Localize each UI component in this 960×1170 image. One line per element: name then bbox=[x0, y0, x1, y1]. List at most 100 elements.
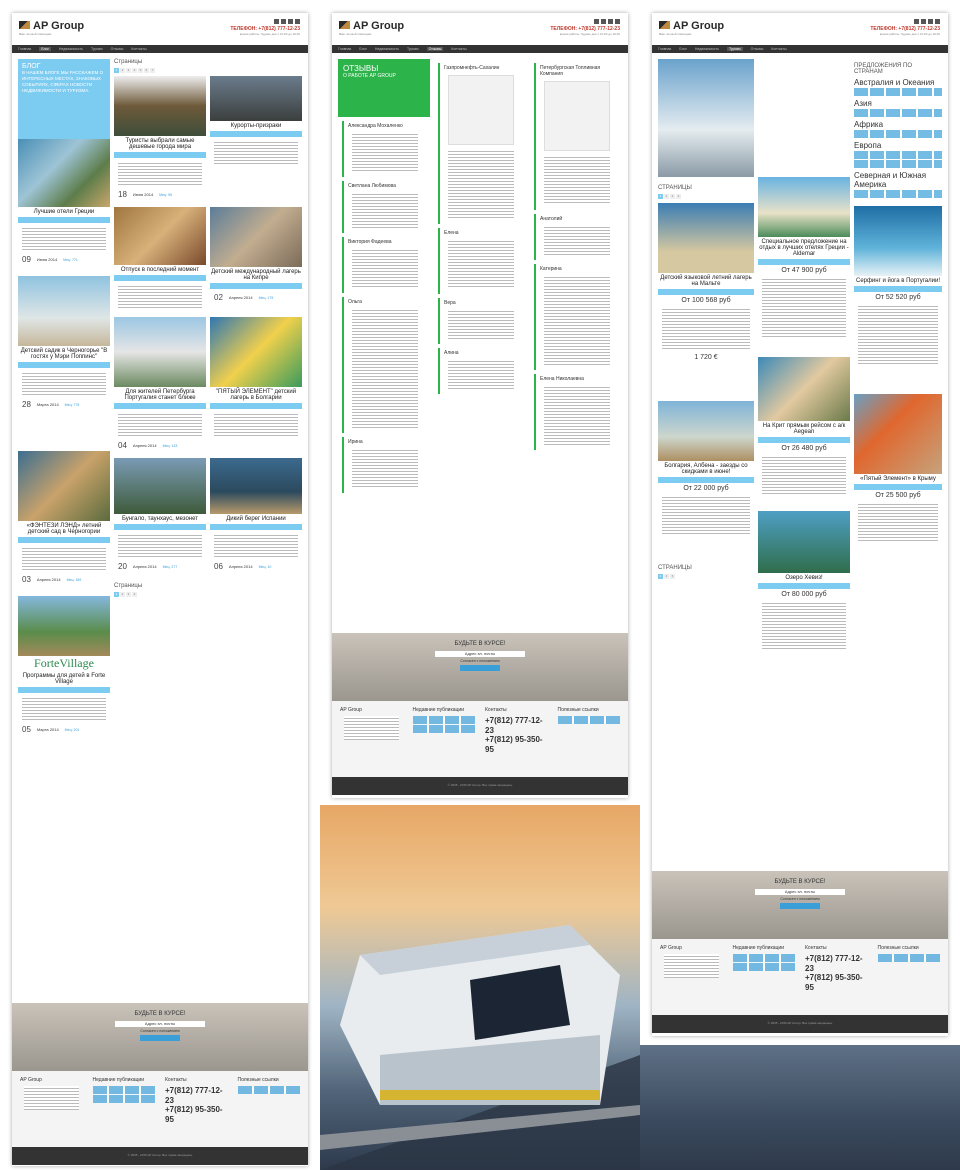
tour-image[interactable] bbox=[658, 203, 754, 273]
review-document[interactable] bbox=[544, 81, 610, 151]
logo[interactable]: AP Group Ваш личный помощник bbox=[339, 20, 404, 36]
tour-tag[interactable] bbox=[854, 286, 942, 292]
instagram-icon[interactable] bbox=[935, 19, 940, 24]
post-image[interactable] bbox=[18, 139, 110, 207]
footer-link[interactable] bbox=[877, 954, 940, 962]
footer-link[interactable] bbox=[557, 716, 620, 724]
nav-realty[interactable]: Недвижимость bbox=[59, 47, 83, 51]
country-links[interactable] bbox=[854, 88, 942, 96]
nav-realty[interactable]: Недвижимость bbox=[695, 47, 719, 51]
post-tag[interactable]: Мец: 771 bbox=[63, 258, 78, 262]
post-title[interactable]: Отпуск в последний момент bbox=[114, 267, 206, 273]
tour-image[interactable] bbox=[854, 394, 942, 474]
email-input[interactable]: Адрес эл. почты bbox=[115, 1021, 205, 1027]
footer-link[interactable] bbox=[92, 1095, 155, 1103]
country-links[interactable] bbox=[854, 190, 942, 198]
tour-tag[interactable] bbox=[658, 289, 754, 295]
footer-phone-1[interactable]: +7(812) 777-12-23 bbox=[165, 1086, 228, 1105]
post-tag[interactable]: Мец: 133 bbox=[163, 444, 178, 448]
page-3[interactable]: 3 bbox=[670, 194, 675, 199]
post-category[interactable] bbox=[210, 524, 302, 530]
footer-link[interactable] bbox=[732, 954, 795, 962]
page-2[interactable]: 2 bbox=[120, 68, 125, 73]
tour-image[interactable] bbox=[758, 357, 850, 421]
tour-image[interactable] bbox=[854, 206, 942, 276]
post-category[interactable] bbox=[18, 537, 110, 543]
logo[interactable]: AP Group Ваш личный помощник bbox=[659, 20, 724, 36]
page-1[interactable]: 1 bbox=[658, 194, 663, 199]
post-tag[interactable]: Мец: 95 bbox=[159, 193, 172, 197]
footer-phone-2[interactable]: +7(812) 95-350-95 bbox=[485, 735, 548, 754]
tour-title[interactable]: Болгария, Албена - заезды со скидками в … bbox=[658, 463, 754, 475]
post-image[interactable] bbox=[114, 76, 206, 136]
page-1[interactable]: 1 bbox=[658, 574, 663, 579]
post-category[interactable] bbox=[18, 687, 110, 693]
country-links[interactable] bbox=[854, 109, 942, 117]
logo[interactable]: AP Group Ваш личный помощник bbox=[19, 20, 84, 36]
post-title[interactable]: "ПЯТЫЙ ЭЛЕМЕНТ" детский лагерь в Болгари… bbox=[210, 389, 302, 401]
post-title[interactable]: Лучшие отели Греции bbox=[18, 209, 110, 215]
page-7[interactable]: 7 bbox=[150, 68, 155, 73]
page-1[interactable]: 1 bbox=[114, 592, 119, 597]
post-image[interactable] bbox=[18, 596, 110, 656]
facebook-icon[interactable] bbox=[274, 19, 279, 24]
footer-link[interactable] bbox=[732, 963, 795, 971]
post-image[interactable] bbox=[210, 207, 302, 267]
post-category[interactable] bbox=[114, 524, 206, 530]
nav-tourism[interactable]: Туризм bbox=[91, 47, 103, 51]
tour-image[interactable] bbox=[658, 401, 754, 461]
post-tag[interactable]: Мец: 277 bbox=[163, 565, 178, 569]
post-image[interactable] bbox=[210, 458, 302, 514]
nav-contacts[interactable]: Контакты bbox=[771, 47, 786, 51]
post-title[interactable]: «ФЭНТЕЗИ ЛЭНД» летний детский сад в Черн… bbox=[18, 523, 110, 535]
instagram-icon[interactable] bbox=[295, 19, 300, 24]
country-africa[interactable]: Африка bbox=[854, 120, 942, 129]
footer-phone-1[interactable]: +7(812) 777-12-23 bbox=[805, 954, 868, 973]
country-america[interactable]: Северная и Южная Америка bbox=[854, 171, 942, 189]
footer-link[interactable] bbox=[92, 1086, 155, 1094]
twitter-icon[interactable] bbox=[608, 19, 613, 24]
tour-title[interactable]: Озеро Хевиз! bbox=[758, 575, 850, 581]
country-links[interactable] bbox=[854, 151, 942, 159]
post-title[interactable]: Программы для детей в Forte Village bbox=[18, 673, 110, 685]
page-4[interactable]: 4 bbox=[132, 68, 137, 73]
page-2[interactable]: 2 bbox=[664, 574, 669, 579]
post-tag[interactable]: Мец: 175 bbox=[259, 296, 274, 300]
nav-home[interactable]: Главная bbox=[338, 47, 351, 51]
page-3[interactable]: 3 bbox=[126, 68, 131, 73]
nav-reviews[interactable]: Отзывы bbox=[111, 47, 124, 51]
post-category[interactable] bbox=[210, 131, 302, 137]
footer-phone-1[interactable]: +7(812) 777-12-23 bbox=[485, 716, 548, 735]
page-2[interactable]: 2 bbox=[664, 194, 669, 199]
agree-checkbox[interactable]: Согласен с положением bbox=[652, 897, 948, 901]
tour-tag[interactable] bbox=[658, 477, 754, 483]
post-category[interactable] bbox=[210, 283, 302, 289]
vk-icon[interactable] bbox=[281, 19, 286, 24]
footer-link[interactable] bbox=[412, 725, 475, 733]
post-image[interactable] bbox=[210, 317, 302, 387]
post-tag[interactable]: Мец: 189 bbox=[67, 578, 82, 582]
post-category[interactable] bbox=[114, 403, 206, 409]
footer-link[interactable] bbox=[412, 716, 475, 724]
tour-image[interactable] bbox=[758, 511, 850, 573]
country-links[interactable] bbox=[854, 160, 942, 168]
post-image[interactable] bbox=[114, 458, 206, 514]
post-category[interactable] bbox=[210, 403, 302, 409]
post-tag[interactable]: Мец: 201 bbox=[65, 728, 80, 732]
vk-icon[interactable] bbox=[601, 19, 606, 24]
post-image[interactable] bbox=[18, 451, 110, 521]
tour-tag[interactable] bbox=[854, 484, 942, 490]
post-image[interactable] bbox=[210, 76, 302, 121]
nav-realty[interactable]: Недвижимость bbox=[375, 47, 399, 51]
subscribe-button[interactable] bbox=[460, 665, 500, 671]
twitter-icon[interactable] bbox=[928, 19, 933, 24]
tour-title[interactable]: Специальное предложение на отдых в лучши… bbox=[758, 239, 850, 257]
post-tag[interactable]: Мец: 10 bbox=[259, 565, 272, 569]
agree-checkbox[interactable]: Согласен с положением bbox=[332, 659, 628, 663]
nav-home[interactable]: Главная bbox=[18, 47, 31, 51]
tour-title[interactable]: Серфинг и йога в Португалии! bbox=[854, 278, 942, 284]
page-6[interactable]: 6 bbox=[144, 68, 149, 73]
email-input[interactable]: Адрес эл. почты bbox=[435, 651, 525, 657]
tour-tag[interactable] bbox=[758, 437, 850, 443]
post-title[interactable]: Для жителей Петербурга Португалия станет… bbox=[114, 389, 206, 401]
